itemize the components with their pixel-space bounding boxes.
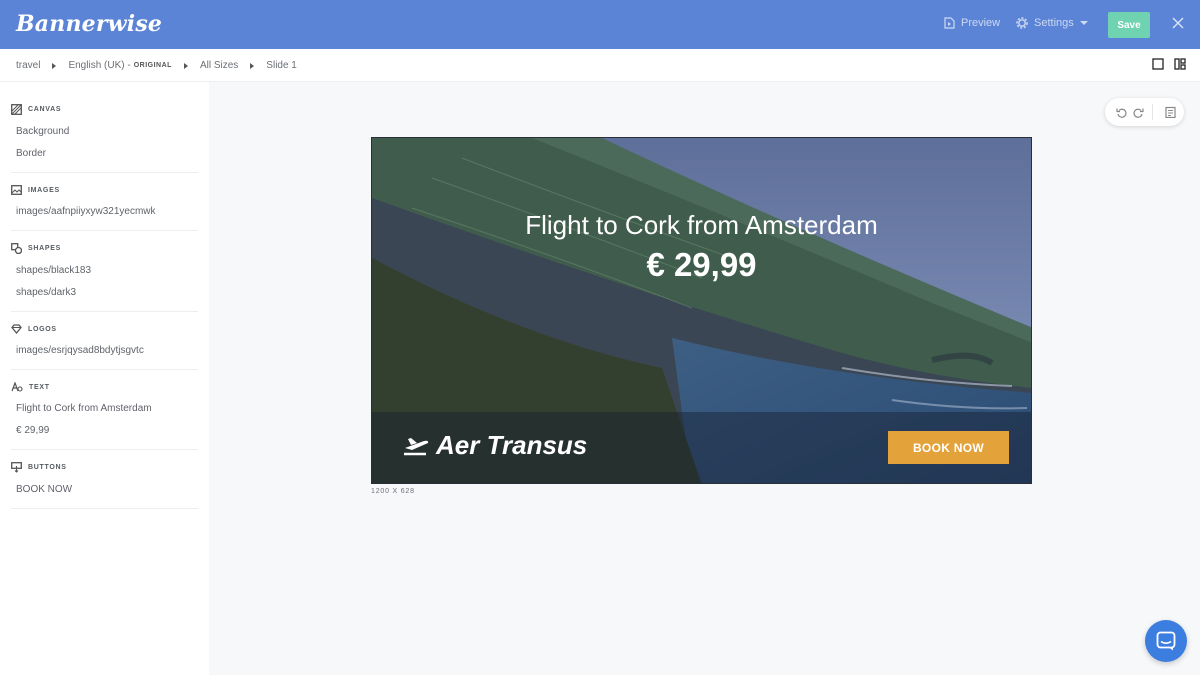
app-logo[interactable]: Bannerwise xyxy=(16,11,162,37)
section-logos: LOGOS images/esrjqysad8bdytjsgvtc xyxy=(11,312,198,370)
original-badge: ORIGINAL xyxy=(133,62,172,69)
airplane-icon xyxy=(404,437,429,455)
save-button[interactable]: Save xyxy=(1108,12,1150,38)
chevron-down-icon xyxy=(1079,21,1088,25)
section-shapes: SHAPES shapes/black183 shapes/dark3 xyxy=(11,231,198,312)
breadcrumb-arrow-icon xyxy=(250,62,255,69)
redo-icon[interactable] xyxy=(1133,107,1144,118)
preview-button[interactable]: Preview xyxy=(944,17,1000,29)
section-title: IMAGES xyxy=(28,186,60,194)
preview-icon xyxy=(944,17,955,29)
single-view-icon[interactable] xyxy=(1152,58,1164,70)
breadcrumb-item-travel[interactable]: travel xyxy=(16,60,40,71)
canvas-icon xyxy=(11,104,22,115)
breadcrumb: travel English (UK) - ORIGINAL All Sizes… xyxy=(16,60,297,71)
banner-size-label: 1200 X 628 xyxy=(371,488,415,495)
layer-item[interactable]: Background xyxy=(11,121,198,143)
layer-item[interactable]: images/aafnpiiyxyw321yecmwk xyxy=(11,201,198,223)
section-title: CANVAS xyxy=(28,106,62,113)
chat-icon xyxy=(1156,631,1176,651)
chat-button[interactable] xyxy=(1145,620,1187,662)
layer-item[interactable]: images/esrjqysad8bdytjsgvtc xyxy=(11,340,198,362)
text-icon xyxy=(11,382,23,392)
button-icon xyxy=(11,462,22,473)
banner-headline[interactable]: Flight to Cork from Amsterdam xyxy=(372,210,1031,241)
section-buttons: BUTTONS BOOK NOW xyxy=(11,450,198,509)
history-toolbar xyxy=(1105,98,1184,126)
breadcrumb-item-language[interactable]: English (UK) - xyxy=(68,60,130,71)
section-canvas: CANVAS Background Border xyxy=(11,82,198,173)
brand-name: Aer Transus xyxy=(436,430,588,460)
grid-view-icon[interactable] xyxy=(1174,58,1186,70)
notes-icon[interactable] xyxy=(1165,106,1176,118)
breadcrumb-item-all-sizes[interactable]: All Sizes xyxy=(200,60,238,71)
image-icon xyxy=(11,185,22,195)
breadcrumb-arrow-icon xyxy=(52,62,57,69)
layers-sidebar: CANVAS Background Border IMAGES images/a… xyxy=(0,82,209,675)
layer-item[interactable]: € 29,99 xyxy=(11,420,198,442)
layer-item[interactable]: shapes/black183 xyxy=(11,260,198,282)
undo-icon[interactable] xyxy=(1116,107,1127,118)
section-title: LOGOS xyxy=(28,325,57,333)
book-now-button[interactable]: BOOK NOW xyxy=(888,431,1009,464)
top-bar: Bannerwise Preview Settings Save xyxy=(0,0,1200,49)
settings-dropdown[interactable]: Settings xyxy=(1016,17,1088,29)
preview-label: Preview xyxy=(961,17,1001,29)
layer-item[interactable]: shapes/dark3 xyxy=(11,282,198,304)
brand-logo[interactable]: Aer Transus xyxy=(402,430,587,461)
layer-item[interactable]: Flight to Cork from Amsterdam xyxy=(11,398,198,420)
banner-preview[interactable]: Flight to Cork from Amsterdam € 29,99 Ae… xyxy=(371,137,1032,484)
layer-item[interactable]: Border xyxy=(11,143,198,165)
section-text: TEXT Flight to Cork from Amsterdam € 29,… xyxy=(11,370,198,450)
section-title: SHAPES xyxy=(28,245,61,252)
view-toggle xyxy=(1152,58,1186,70)
section-images: IMAGES images/aafnpiiyxyw321yecmwk xyxy=(11,173,198,231)
breadcrumb-item-slide[interactable]: Slide 1 xyxy=(266,60,297,71)
toolbar-divider xyxy=(1152,104,1153,120)
gear-icon xyxy=(1016,17,1028,29)
section-title: BUTTONS xyxy=(28,464,67,471)
section-title: TEXT xyxy=(29,383,50,391)
breadcrumb-bar: travel English (UK) - ORIGINAL All Sizes… xyxy=(0,49,1200,82)
close-icon[interactable] xyxy=(1170,15,1186,31)
diamond-icon xyxy=(11,324,22,334)
banner-price[interactable]: € 29,99 xyxy=(372,246,1031,284)
shapes-icon xyxy=(11,243,22,254)
layer-item[interactable]: BOOK NOW xyxy=(11,479,198,501)
settings-label: Settings xyxy=(1034,17,1074,29)
breadcrumb-arrow-icon xyxy=(183,62,188,69)
